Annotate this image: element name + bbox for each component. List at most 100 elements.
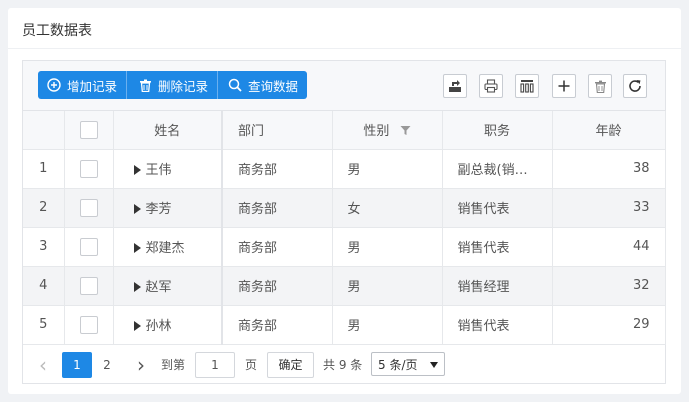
query-data-button[interactable]: 查询数据 xyxy=(217,71,308,99)
table-row[interactable]: 4 赵军 商务部男销售经理 32 xyxy=(23,266,666,306)
row-index: 2 xyxy=(23,188,65,228)
add-record-label: 增加记录 xyxy=(67,78,118,94)
row-dept: 商务部 xyxy=(222,305,333,345)
table-row[interactable]: 1 王伟 商务部男副总裁(销… 38 xyxy=(23,149,666,189)
expand-icon[interactable] xyxy=(133,281,141,292)
page-1-button[interactable]: 1 xyxy=(62,352,92,378)
add-button[interactable] xyxy=(552,74,576,98)
row-select-cell xyxy=(64,266,114,306)
goto-confirm-button[interactable]: 确定 xyxy=(267,352,314,378)
card-divider xyxy=(8,48,681,49)
row-age: 38 xyxy=(552,149,666,189)
expand-icon[interactable] xyxy=(133,320,141,331)
row-name-cell: 郑建杰 xyxy=(113,227,223,267)
data-grid: 增加记录 删除记录 查询数据 姓名 部门 性别 职务 年龄 1 王伟 商务部 男… xyxy=(22,60,666,384)
row-dept: 商务部 xyxy=(222,266,333,306)
add-record-button[interactable]: 增加记录 xyxy=(38,71,127,99)
header-dept[interactable]: 部门 xyxy=(222,111,333,150)
row-position: 销售代表 xyxy=(442,188,553,228)
refresh-icon xyxy=(629,80,641,92)
row-position: 销售代表 xyxy=(442,305,553,345)
delete-record-button[interactable]: 删除记录 xyxy=(126,71,218,99)
row-index: 3 xyxy=(23,227,65,267)
row-index: 4 xyxy=(23,266,65,306)
total-count: 共 9 条 xyxy=(323,358,363,372)
grid-toolbar: 增加记录 删除记录 查询数据 xyxy=(23,61,665,111)
row-select-cell xyxy=(64,188,114,228)
row-select-cell xyxy=(64,149,114,189)
row-name: 孙林 xyxy=(145,319,172,334)
table-row[interactable]: 3 郑建杰 商务部男销售代表 44 xyxy=(23,227,666,267)
header-position-label: 职务 xyxy=(483,124,510,140)
row-name: 赵军 xyxy=(145,280,172,295)
plus-circle-icon xyxy=(47,78,61,92)
row-position: 销售代表 xyxy=(442,227,553,267)
row-gender: 男 xyxy=(332,227,443,267)
header-name[interactable]: 姓名 xyxy=(113,111,223,150)
columns-button[interactable] xyxy=(515,74,539,98)
export-button[interactable] xyxy=(443,74,467,98)
row-position: 副总裁(销… xyxy=(442,149,553,189)
header-gender[interactable]: 性别 xyxy=(332,111,443,150)
page-unit-label: 页 xyxy=(245,358,258,372)
prev-page-button[interactable]: ‹ xyxy=(35,352,51,378)
expand-icon[interactable] xyxy=(133,164,141,175)
row-dept: 商务部 xyxy=(222,149,333,189)
row-position: 销售经理 xyxy=(442,266,553,306)
page-size-select[interactable]: 5 条/页 xyxy=(371,352,445,376)
row-gender: 男 xyxy=(332,266,443,306)
row-gender: 女 xyxy=(332,188,443,228)
header-dept-label: 部门 xyxy=(238,124,265,140)
query-data-label: 查询数据 xyxy=(248,78,299,94)
page-2-button[interactable]: 2 xyxy=(92,352,122,378)
goto-page-input[interactable]: 1 xyxy=(195,352,235,378)
goto-label: 到第 xyxy=(161,358,186,372)
header-select-all xyxy=(64,111,114,150)
table-row[interactable]: 5 孙林 商务部男销售代表 29 xyxy=(23,305,666,345)
row-select-cell xyxy=(64,305,114,345)
refresh-button[interactable] xyxy=(623,74,647,98)
expand-icon[interactable] xyxy=(133,242,141,253)
row-name-cell: 赵军 xyxy=(113,266,223,306)
row-index: 1 xyxy=(23,149,65,189)
header-name-label: 姓名 xyxy=(154,124,181,140)
filter-icon[interactable] xyxy=(400,125,411,136)
row-name-cell: 李芳 xyxy=(113,188,223,228)
row-age: 33 xyxy=(552,188,666,228)
expand-icon[interactable] xyxy=(133,203,141,214)
row-checkbox[interactable] xyxy=(79,198,98,217)
header-index xyxy=(23,111,65,150)
print-icon xyxy=(484,79,498,93)
delete-button[interactable] xyxy=(588,74,612,98)
next-page-button[interactable]: › xyxy=(133,352,149,378)
row-name-cell: 孙林 xyxy=(113,305,223,345)
trash-icon xyxy=(140,79,152,92)
row-age: 32 xyxy=(552,266,666,306)
search-icon xyxy=(228,78,242,92)
header-age-label: 年龄 xyxy=(595,124,622,140)
employee-table: 姓名 部门 性别 职务 年龄 1 王伟 商务部男副总裁(销… 38 2 李芳 商务部女销售代… xyxy=(23,111,666,345)
row-index: 5 xyxy=(23,305,65,345)
row-gender: 男 xyxy=(332,149,443,189)
select-all-checkbox[interactable] xyxy=(79,120,98,139)
columns-icon xyxy=(520,80,534,93)
export-icon xyxy=(449,80,461,92)
row-age: 44 xyxy=(552,227,666,267)
table-row[interactable]: 2 李芳 商务部女销售代表 33 xyxy=(23,188,666,228)
row-checkbox[interactable] xyxy=(79,159,98,178)
print-button[interactable] xyxy=(479,74,503,98)
card-title: 员工数据表 xyxy=(22,23,92,39)
row-checkbox[interactable] xyxy=(79,276,98,295)
employee-card: 员工数据表 增加记录 删除记录 查询数据 姓名 部门 性别 职务 年龄 1 王伟… xyxy=(8,8,681,394)
delete-record-label: 删除记录 xyxy=(158,78,209,94)
header-age[interactable]: 年龄 xyxy=(552,111,666,150)
row-age: 29 xyxy=(552,305,666,345)
row-checkbox[interactable] xyxy=(79,315,98,334)
header-position[interactable]: 职务 xyxy=(442,111,553,150)
row-name-cell: 王伟 xyxy=(113,149,223,189)
row-checkbox[interactable] xyxy=(79,237,98,256)
chevron-down-icon xyxy=(430,362,438,368)
page-size-value: 5 条/页 xyxy=(378,358,418,372)
table-header-row: 姓名 部门 性别 职务 年龄 xyxy=(23,111,666,150)
row-name: 李芳 xyxy=(145,202,172,217)
